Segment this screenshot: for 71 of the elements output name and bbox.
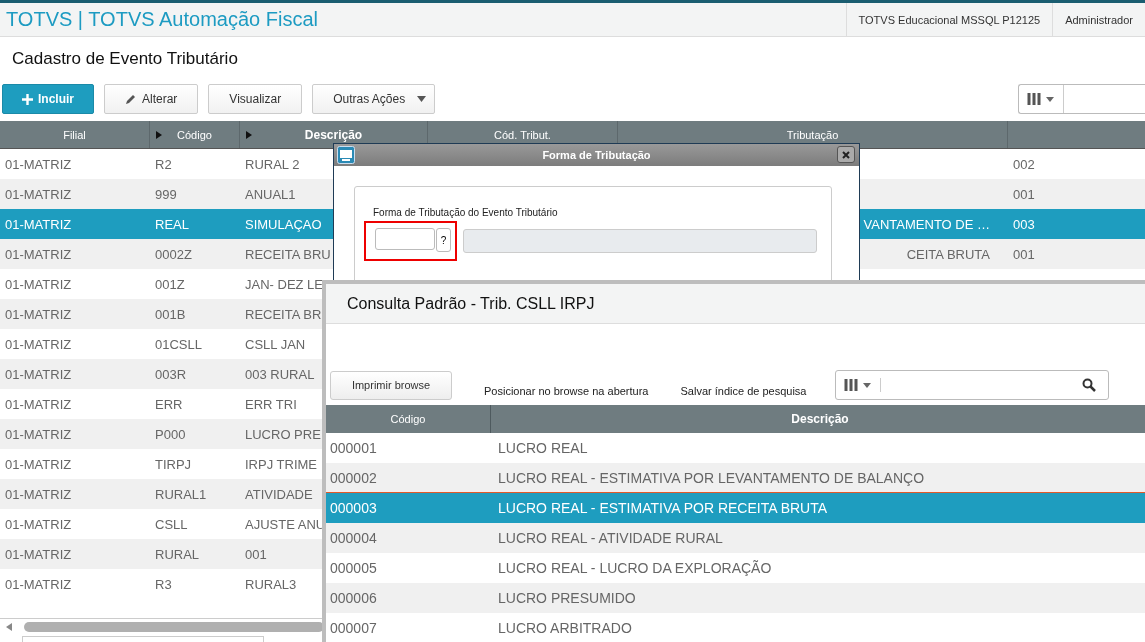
table-cell: ERR TRI	[245, 396, 297, 412]
table-cell: LUCRO ARBITRADO	[498, 620, 632, 636]
table-cell: 001	[1013, 246, 1035, 262]
environment-label: TOTVS Educacional MSSQL P12125	[845, 3, 1053, 36]
table-cell: 01-MATRIZ	[5, 156, 72, 172]
user-label: Administrador	[1052, 3, 1145, 36]
table-cell: RECEITA BR	[245, 306, 322, 322]
table-cell: 01-MATRIZ	[5, 546, 72, 562]
table-cell: LUCRO REAL - ESTIMATIVA POR RECEITA BRUTA	[498, 500, 828, 516]
table-cell: CEITA BRUTA	[906, 246, 990, 262]
field-label: Forma de Tributação do Evento Tributário	[373, 207, 559, 218]
table-cell: 000002	[330, 469, 377, 486]
table-cell: 000003	[330, 500, 377, 516]
table-cell: LUCRO REAL - LUCRO DA EXPLORAÇÃO	[498, 560, 772, 576]
table-cell: LUCRO REAL	[498, 440, 588, 456]
table-cell: ANUAL1	[245, 186, 296, 202]
table-cell: RURAL	[155, 546, 200, 562]
dialog-title: Forma de Tributação	[542, 149, 651, 161]
app-title: TOTVS | TOTVS Automação Fiscal	[5, 8, 318, 31]
table-cell: RURAL 2	[245, 156, 300, 172]
table-cell: ATIVIDADE	[245, 486, 313, 502]
table-cell: 001B	[155, 306, 186, 322]
table-cell: 01-MATRIZ	[5, 246, 72, 262]
table-cell: 999	[155, 186, 177, 202]
table-cell: P000	[155, 426, 186, 442]
table-cell: VANTAMENTO DE …	[863, 216, 990, 232]
table-cell: 003R	[155, 366, 187, 382]
page-title: Cadastro de Evento Tributário	[12, 49, 238, 69]
table-cell: RURAL3	[245, 576, 297, 592]
table-cell: 01-MATRIZ	[5, 486, 72, 502]
table-cell: 001	[245, 546, 267, 562]
table-cell: JAN- DEZ LE	[245, 276, 323, 292]
table-cell: 003 RURAL	[245, 366, 315, 382]
lookup-title: Consulta Padrão - Trib. CSLL IRPJ	[347, 294, 595, 313]
table-cell: 01-MATRIZ	[5, 456, 72, 472]
table-cell: 01-MATRIZ	[5, 216, 72, 232]
table-cell: 000004	[330, 530, 377, 546]
table-cell: 000006	[330, 590, 377, 606]
table-cell: 000001	[330, 440, 377, 456]
table-cell: LUCRO REAL - ESTIMATIVA POR LEVANTAMENTO DE BALANÇO	[498, 469, 925, 486]
table-cell: RECEITA BRU	[245, 246, 331, 262]
table-cell: 000007	[330, 620, 377, 636]
table-cell: CSLL JAN	[245, 336, 306, 352]
table-cell: 01-MATRIZ	[5, 186, 72, 202]
table-cell: 01-MATRIZ	[5, 396, 72, 412]
table-cell: 01-MATRIZ	[5, 576, 72, 592]
table-cell: 0002Z	[155, 246, 192, 262]
table-cell: 000005	[330, 560, 377, 576]
table-cell: 01-MATRIZ	[5, 516, 72, 532]
table-cell: LUCRO REAL - ATIVIDADE RURAL	[498, 530, 723, 546]
table-cell: 01-MATRIZ	[5, 426, 72, 442]
table-cell: CSLL	[155, 516, 188, 532]
table-cell: SIMULAÇAO	[245, 216, 322, 232]
table-cell: 002	[1013, 156, 1035, 172]
table-cell: 01CSLL	[155, 336, 202, 352]
table-cell: 01-MATRIZ	[5, 276, 72, 292]
table-cell: TIRPJ	[155, 456, 192, 472]
table-cell: R3	[155, 576, 172, 592]
table-cell: 01-MATRIZ	[5, 306, 72, 322]
table-cell: RURAL1	[155, 486, 207, 502]
table-cell: IRPJ TRIME	[245, 456, 317, 472]
table-cell: 01-MATRIZ	[5, 366, 72, 382]
table-cell: 001Z	[155, 276, 185, 292]
table-cell: 003	[1013, 216, 1035, 232]
table-cell: LUCRO PRE	[245, 426, 321, 442]
table-cell: 001	[1013, 186, 1035, 202]
table-cell: 01-MATRIZ	[5, 336, 72, 352]
table-cell: R2	[155, 156, 172, 172]
table-cell: LUCRO PRESUMIDO	[498, 590, 636, 606]
table-cell: REAL	[155, 216, 189, 232]
table-cell: ERR	[155, 396, 183, 412]
